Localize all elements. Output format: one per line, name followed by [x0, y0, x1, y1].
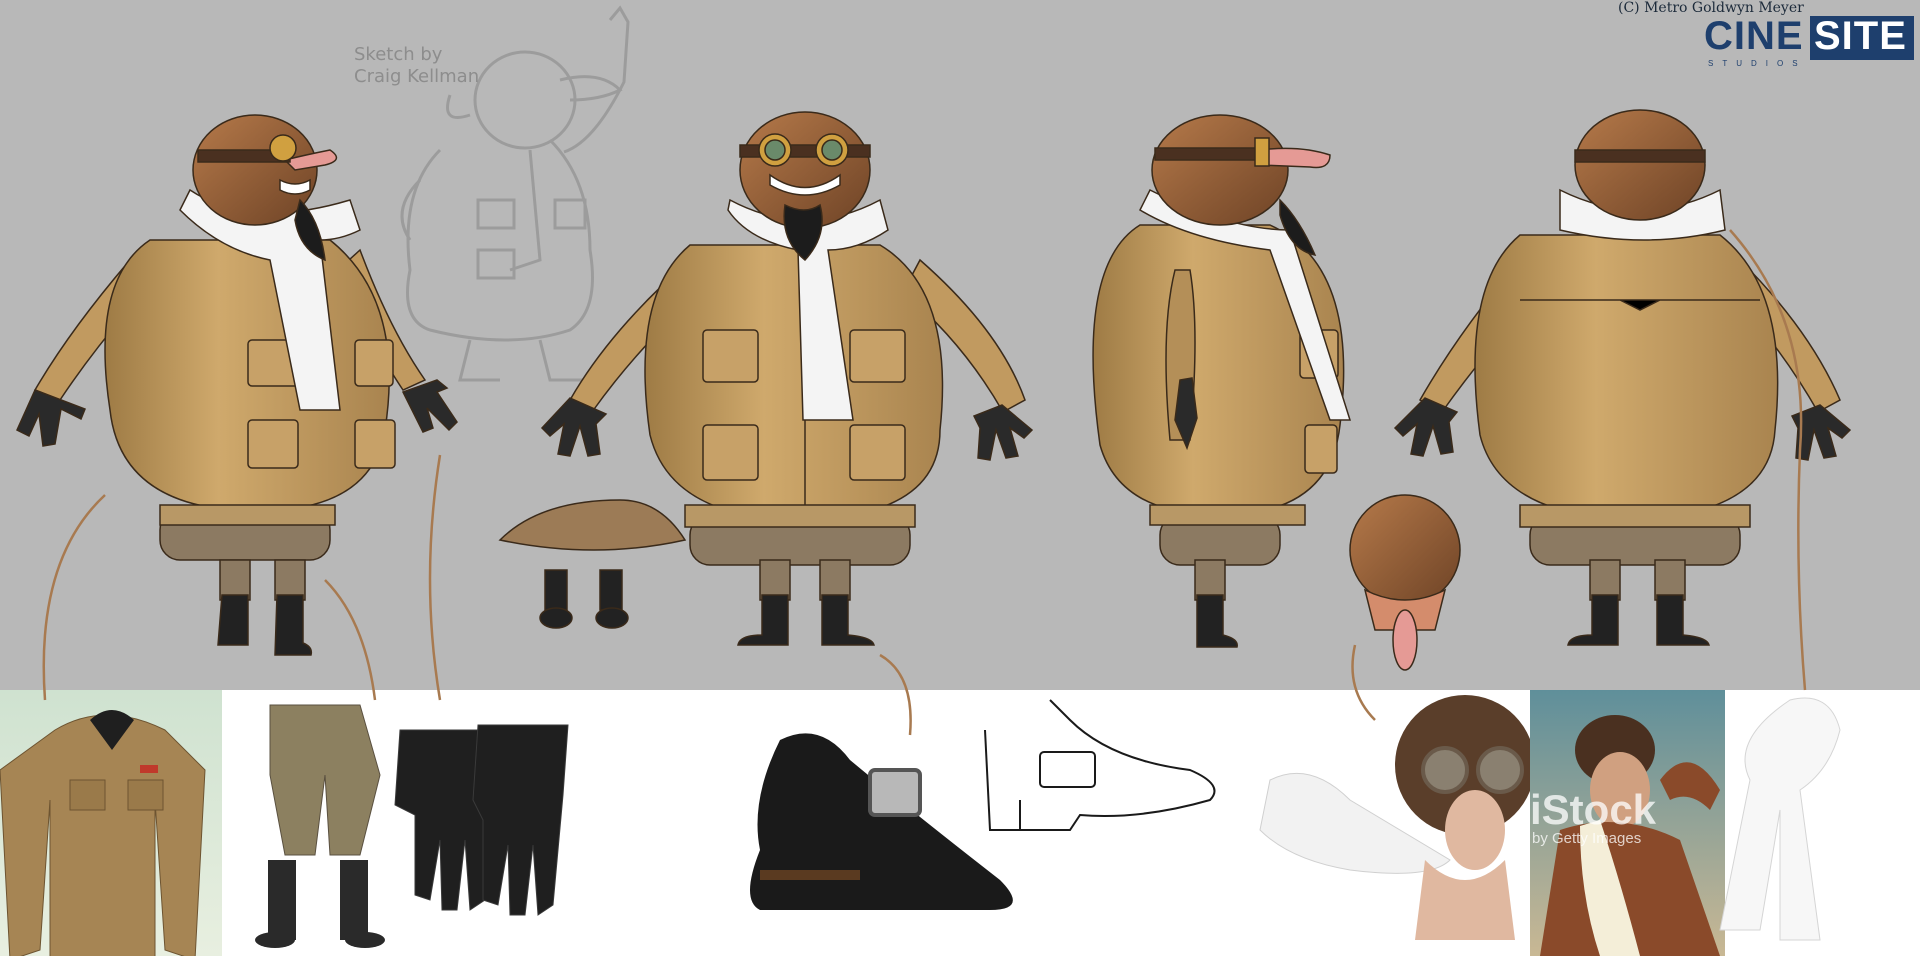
reference-jacket-photo [0, 690, 222, 961]
sketch-credit: Sketch by Craig Kellman [354, 44, 494, 88]
logo-cine-text: CINE [1704, 14, 1804, 58]
stock-watermark-brand: iStock [1530, 786, 1657, 833]
logo-site-text: SITE [1814, 14, 1907, 58]
sketch-credit-line2: Craig Kellman [354, 66, 480, 87]
sketch-credit-line1: Sketch by [354, 44, 443, 65]
cinesite-logo: CINE SITE STUDIOS [1700, 14, 1914, 68]
stock-watermark-byline: by Getty Images [1532, 830, 1642, 847]
character-turnaround-sheet: Sketch by Craig Kellman (C) Metro Goldwy… [0, 0, 1920, 961]
reference-gloves-photo [394, 724, 569, 916]
logo-studios-text: STUDIOS [1708, 59, 1807, 68]
